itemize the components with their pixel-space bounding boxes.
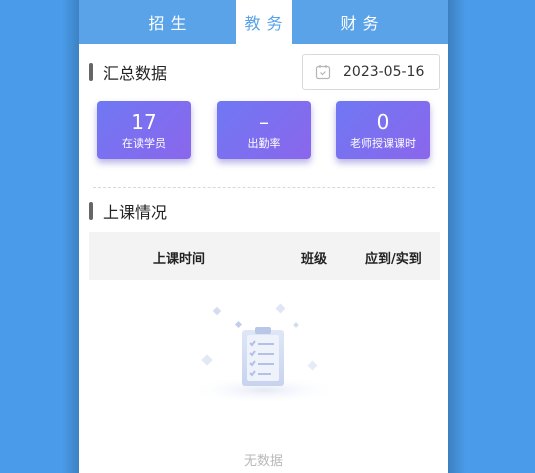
stat-label: 出勤率 (247, 137, 281, 150)
calendar-icon (315, 64, 331, 80)
tab-enrollment[interactable]: 招生 (140, 0, 196, 44)
section-marker (89, 63, 93, 81)
stat-value: – (259, 110, 269, 134)
summary-title: 汇总数据 (103, 64, 168, 83)
stat-value: 0 (376, 110, 390, 134)
classes-section-header: 上课情况 (89, 201, 168, 222)
section-marker (89, 202, 93, 220)
empty-state-text: 无数据 (243, 454, 283, 469)
column-header-class: 班级 (301, 252, 328, 267)
tab-academic-affairs[interactable]: 教务 (235, 0, 292, 44)
stat-label: 在读学员 (122, 137, 166, 150)
stat-label: 老师授课课时 (350, 137, 416, 150)
date-picker[interactable]: 2023-05-16 (302, 54, 440, 90)
right-edge-shadow (448, 0, 466, 473)
tab-finance[interactable]: 财务 (332, 0, 388, 44)
classes-title: 上课情况 (103, 203, 168, 222)
empty-document-icon (189, 300, 339, 410)
summary-section-header: 汇总数据 (89, 62, 168, 83)
classes-table-header: 上课时间 班级 应到/实到 (89, 232, 440, 280)
top-tab-bar: 招生 教务 财务 (79, 0, 448, 44)
column-header-attendance: 应到/实到 (365, 252, 422, 267)
column-header-time: 上课时间 (153, 252, 206, 267)
stat-card-teaching-hours[interactable]: 0 老师授课课时 (336, 101, 430, 159)
stat-value: 17 (131, 110, 157, 134)
stat-card-students[interactable]: 17 在读学员 (97, 101, 191, 159)
stat-card-attendance[interactable]: – 出勤率 (217, 101, 311, 159)
app-screen: 招生 教务 财务 汇总数据 2023-05-16 17 在读学员 – 出勤率 0… (79, 0, 448, 473)
section-divider (93, 187, 435, 188)
left-edge-shadow (62, 0, 80, 473)
date-value: 2023-05-16 (343, 64, 425, 80)
